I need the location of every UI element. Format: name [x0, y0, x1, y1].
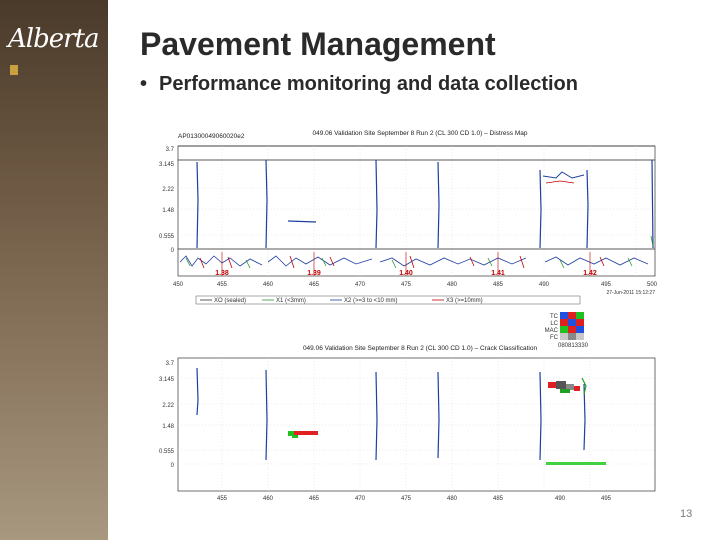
plot2-ytick: 2.22 [162, 403, 174, 409]
plot1-xtick: 490 [539, 282, 550, 288]
chainage-marker: 1.38 [215, 270, 229, 277]
plot1-legend: XO (sealed) X1 (<3mm) X2 (>=3 to <10 mm)… [195, 295, 581, 305]
plot2-xtick: 475 [401, 496, 412, 502]
plot1-ytick: 3.7 [166, 147, 175, 153]
crack-legend-row: FC [550, 335, 559, 341]
plot1-ytick: 0.555 [159, 234, 175, 240]
plot2-xtick: 495 [601, 496, 612, 502]
plot1-xtick: 485 [493, 282, 504, 288]
distress-map-plot: AP01300049060020e2 049.06 Validation Sit… [159, 130, 658, 305]
figure-canvas: AP01300049060020e2 049.06 Validation Sit… [159, 130, 658, 502]
plot2-xtick: 465 [309, 496, 320, 502]
crack-classification-plot: 049.06 Validation Site September 8 Run 2… [159, 345, 656, 502]
plot1-axes [177, 145, 656, 277]
plot1-xtick: 500 [647, 282, 658, 288]
legend-x2: X2 (>=3 to <10 mm) [344, 298, 398, 304]
plot1-xtick: 450 [173, 282, 184, 288]
legend-x0: XO (sealed) [214, 298, 246, 304]
plot1-ytick: 0 [171, 248, 175, 254]
crack-legend-label: 080813330 [558, 343, 589, 349]
plot2-title: 049.06 Validation Site September 8 Run 2… [303, 345, 538, 352]
plot2-ytick: 0 [171, 463, 175, 469]
plot2-xtick: 480 [447, 496, 458, 502]
plot1-ytick: 2.22 [162, 187, 174, 193]
chainage-marker: 1.42 [583, 270, 597, 277]
plot1-ytick: 1.48 [162, 208, 174, 214]
legend-x1: X1 (<3mm) [276, 298, 306, 304]
crack-legend-row: TC [550, 314, 559, 320]
plot2-ytick: 0.555 [159, 449, 175, 455]
plot2-xtick: 490 [555, 496, 566, 502]
plot1-xtick: 480 [447, 282, 458, 288]
plot1-ytick: 3.145 [159, 162, 175, 168]
plot2-ytick: 3.145 [159, 377, 175, 383]
chainage-marker: 1.39 [307, 270, 321, 277]
legend-x3: X3 (>=10mm) [446, 298, 483, 304]
plot2-xtick: 455 [217, 496, 228, 502]
plot1-timestamp: 27-Jun-2011 15:12:27 [606, 290, 655, 296]
plot1-xtick: 465 [309, 282, 320, 288]
plot1-xtick: 470 [355, 282, 366, 288]
chainage-marker: 1.41 [491, 270, 505, 277]
crack-type-legend: TC LC MAC FC 080813330 [545, 312, 589, 349]
crack-legend-row: MAC [545, 328, 559, 334]
chainage-marker: 1.40 [399, 270, 413, 277]
plot1-corner-label: AP01300049060020e2 [178, 133, 245, 140]
plot1-xtick: 475 [401, 282, 412, 288]
plot2-xtick: 460 [263, 496, 274, 502]
plot2-ytick: 3.7 [166, 361, 175, 367]
crack-legend-row: LC [550, 321, 558, 327]
plot2-xtick: 485 [493, 496, 504, 502]
plot2-xtick: 470 [355, 496, 366, 502]
plot1-xtick: 495 [601, 282, 612, 288]
plot1-title: 049.06 Validation Site September 8 Run 2… [313, 130, 528, 137]
slide-number: 13 [680, 508, 693, 520]
plot1-xtick: 455 [217, 282, 228, 288]
plot2-ytick: 1.48 [162, 424, 174, 430]
plot1-xtick: 460 [263, 282, 274, 288]
